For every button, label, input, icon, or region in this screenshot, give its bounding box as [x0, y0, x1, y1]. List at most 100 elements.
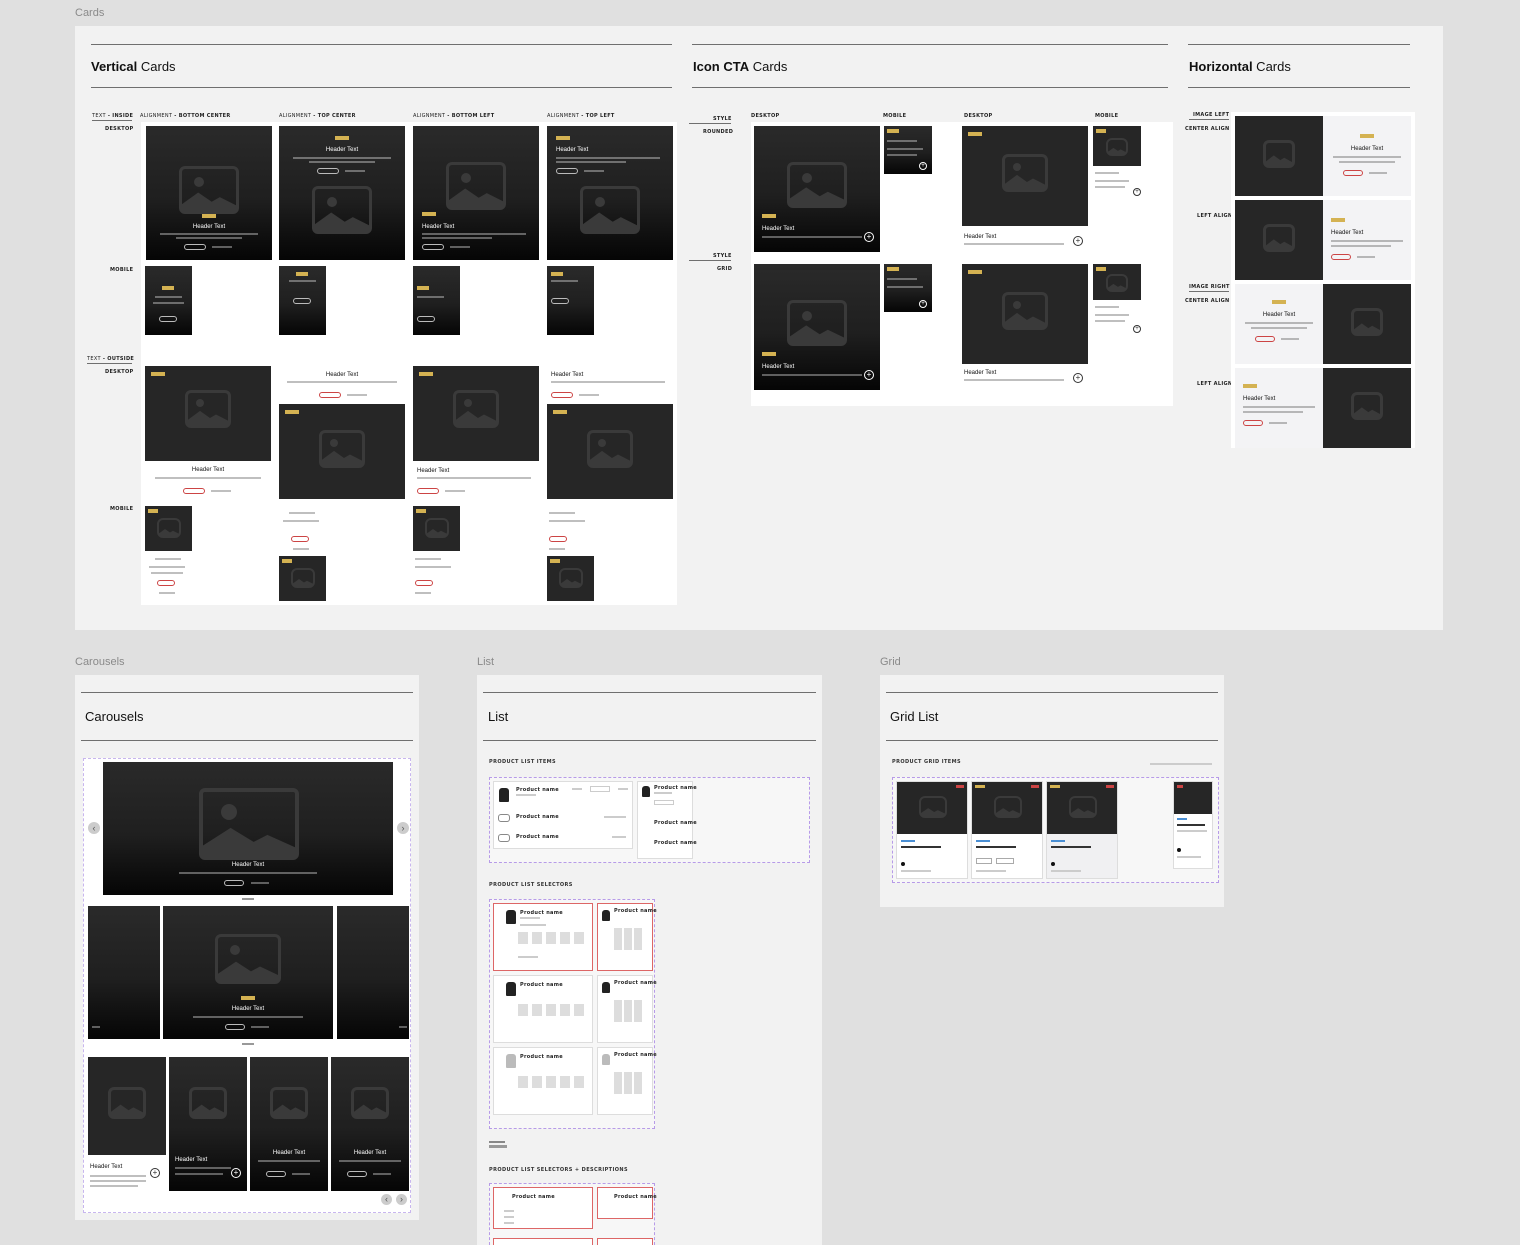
plus-icon[interactable]: +: [864, 370, 874, 380]
plus-icon[interactable]: +: [1133, 188, 1141, 196]
button-primary[interactable]: [347, 1171, 367, 1177]
carousel-hero-slide[interactable]: Header Text: [103, 762, 393, 895]
button-secondary[interactable]: [579, 394, 599, 396]
button-secondary[interactable]: [212, 246, 232, 248]
horizontal-card-content-left-2[interactable]: Header Text: [1235, 368, 1323, 448]
button-secondary[interactable]: [373, 1173, 391, 1175]
button-primary[interactable]: [317, 168, 339, 174]
vertical-card-desktop-top-center[interactable]: Header Text: [279, 126, 405, 260]
plus-icon[interactable]: +: [919, 300, 927, 308]
button-secondary[interactable]: [399, 1026, 407, 1028]
icon-cta-card-grid-desktop[interactable]: Header Text +: [754, 264, 880, 390]
button-secondary[interactable]: [293, 548, 309, 550]
carousel-multi-card-2[interactable]: Header Text +: [169, 1057, 247, 1191]
chevron-right-icon[interactable]: ›: [397, 822, 409, 834]
button-primary[interactable]: [556, 168, 578, 174]
vertical-card-outside-top-center-image[interactable]: [279, 404, 405, 499]
icon-cta-card-outside-mobile-image[interactable]: [1093, 126, 1141, 166]
button-primary[interactable]: [417, 316, 435, 322]
carousel-multi-card-3[interactable]: Header Text: [250, 1057, 328, 1191]
button-primary[interactable]: [417, 488, 439, 494]
button-secondary[interactable]: [415, 592, 431, 594]
button-secondary[interactable]: [251, 1026, 269, 1028]
button-secondary[interactable]: [1269, 422, 1287, 424]
quantity-stepper[interactable]: [590, 786, 610, 792]
button-primary[interactable]: [291, 536, 309, 542]
product-selector-desc-card[interactable]: Product name: [493, 1187, 593, 1229]
button-secondary[interactable]: [1357, 256, 1375, 258]
button-primary[interactable]: [266, 1171, 286, 1177]
button-secondary[interactable]: [347, 394, 367, 396]
carousel-center-slide[interactable]: Header Text: [163, 906, 333, 1039]
color-dot[interactable]: [901, 862, 905, 866]
button-secondary[interactable]: [1281, 338, 1299, 340]
button-primary[interactable]: [157, 580, 175, 586]
button-secondary[interactable]: [251, 882, 269, 884]
plus-icon[interactable]: +: [1073, 236, 1083, 246]
horizontal-card-image-4[interactable]: [1323, 368, 1411, 448]
horizontal-card-image[interactable]: [1235, 116, 1323, 196]
icon-cta-grid-outside-mobile-image[interactable]: [1093, 264, 1141, 300]
button-primary[interactable]: [415, 580, 433, 586]
plus-icon[interactable]: +: [1073, 373, 1083, 383]
option[interactable]: [504, 1216, 514, 1218]
button-secondary[interactable]: [292, 1173, 310, 1175]
chevron-left-icon[interactable]: ‹: [381, 1194, 392, 1205]
button-primary[interactable]: [159, 316, 177, 322]
pagination-dots[interactable]: [242, 1043, 254, 1045]
button-secondary[interactable]: [211, 490, 231, 492]
button-primary[interactable]: [551, 392, 573, 398]
plus-icon[interactable]: +: [919, 162, 927, 170]
button-primary[interactable]: [551, 298, 569, 304]
horizontal-card-content-center-2[interactable]: Header Text: [1235, 284, 1323, 364]
product-grid-item[interactable]: [896, 781, 968, 879]
plus-icon[interactable]: +: [1133, 325, 1141, 333]
icon-cta-card-grid-mobile[interactable]: +: [884, 264, 932, 312]
pagination-dots[interactable]: [242, 898, 254, 900]
vertical-card-desktop-bottom-left[interactable]: Header Text: [413, 126, 539, 260]
quantity-stepper[interactable]: [654, 800, 674, 805]
button-secondary[interactable]: [450, 246, 470, 248]
horizontal-card-image-3[interactable]: [1323, 284, 1411, 364]
chevron-right-icon[interactable]: ›: [396, 1194, 407, 1205]
button-primary[interactable]: [224, 880, 244, 886]
product-grid-item-3[interactable]: [1046, 781, 1118, 879]
icon-cta-grid-outside-desktop-image[interactable]: [962, 264, 1088, 364]
button-primary[interactable]: [422, 244, 444, 250]
vertical-card-desktop-bottom-center[interactable]: Header Text: [146, 126, 272, 260]
horizontal-card-image-2[interactable]: [1235, 200, 1323, 280]
plus-icon[interactable]: +: [150, 1168, 160, 1178]
vertical-card-outside-bottom-center-image[interactable]: [145, 366, 271, 461]
button-primary[interactable]: [184, 244, 206, 250]
vertical-card-mobile-1[interactable]: [145, 266, 192, 335]
icon-cta-card-rounded-mobile[interactable]: +: [884, 126, 932, 174]
button-primary[interactable]: [319, 392, 341, 398]
vertical-card-outside-top-left-image[interactable]: [547, 404, 673, 499]
button-secondary[interactable]: [584, 170, 604, 172]
button-primary[interactable]: [1243, 420, 1263, 426]
color-swatches[interactable]: [518, 1076, 588, 1088]
carousel-peek-slide-right[interactable]: [337, 906, 409, 1039]
product-selector-desc-card-mobile-2[interactable]: [597, 1238, 653, 1245]
color-swatches[interactable]: [614, 1072, 644, 1094]
product-grid-item-2[interactable]: [971, 781, 1043, 879]
button-secondary[interactable]: [92, 1026, 100, 1028]
carousel-multi-card-4[interactable]: Header Text: [331, 1057, 409, 1191]
mobile-outside-image-1[interactable]: [145, 506, 192, 551]
option-button[interactable]: [996, 858, 1014, 864]
vertical-card-mobile-3[interactable]: [413, 266, 460, 335]
color-swatches[interactable]: [614, 1000, 644, 1022]
product-selector-card-mobile-2[interactable]: Product name: [597, 975, 657, 1043]
quantity[interactable]: [518, 956, 538, 958]
icon-cta-card-outside-desktop-image[interactable]: [962, 126, 1088, 226]
carousel-multi-card-image[interactable]: [88, 1057, 166, 1155]
mobile-outside-image-4[interactable]: [547, 556, 594, 601]
product-selector-card-3[interactable]: Product name: [493, 1047, 593, 1115]
button-primary[interactable]: [1255, 336, 1275, 342]
product-list-item[interactable]: Product name Product name Product name: [493, 781, 633, 849]
product-selector-card-mobile-3[interactable]: Product name: [597, 1047, 657, 1115]
button-secondary[interactable]: [549, 548, 565, 550]
mobile-outside-image-3[interactable]: [413, 506, 460, 551]
vertical-card-desktop-top-left[interactable]: Header Text: [547, 126, 673, 260]
mobile-outside-image-2[interactable]: [279, 556, 326, 601]
